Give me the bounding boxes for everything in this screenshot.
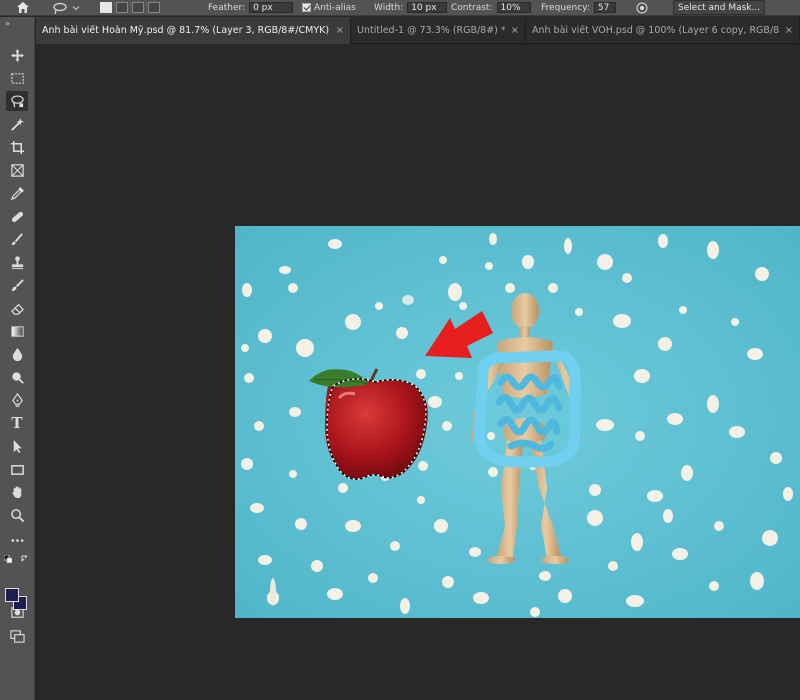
swap-colors-icon[interactable] xyxy=(21,555,29,563)
magic-wand-icon xyxy=(10,117,24,131)
chevron-down-icon xyxy=(72,5,80,10)
droplet-icon xyxy=(12,347,22,361)
new-selection-button[interactable] xyxy=(100,2,112,13)
select-and-mask-button[interactable]: Select and Mask... xyxy=(673,0,765,15)
move-tool[interactable] xyxy=(6,45,28,65)
crop-tool[interactable] xyxy=(6,137,28,157)
blur-tool[interactable] xyxy=(6,344,28,364)
pen-pressure-button[interactable] xyxy=(633,0,651,15)
frequency-input[interactable]: 57 xyxy=(593,2,616,13)
home-button[interactable] xyxy=(13,0,33,15)
more-dots-icon xyxy=(11,538,23,542)
subtract-from-selection-button[interactable] xyxy=(132,2,144,13)
tab-title: Untitled-1 @ 73.3% (RGB/8#) * xyxy=(357,25,505,36)
canvas-artwork xyxy=(235,226,800,618)
path-selection-tool[interactable] xyxy=(6,436,28,456)
arrow-cursor-icon xyxy=(13,439,22,453)
brush-tool[interactable] xyxy=(6,229,28,249)
hand-tool[interactable] xyxy=(6,482,28,502)
brush-icon xyxy=(11,232,23,245)
magic-wand-tool[interactable] xyxy=(6,114,28,134)
rectangle-tool[interactable] xyxy=(6,459,28,479)
tools-panel: » T xyxy=(0,17,35,700)
width-control: Width: 10 px xyxy=(374,0,448,15)
antialias-checkbox[interactable] xyxy=(302,3,311,12)
add-to-selection-button[interactable] xyxy=(116,2,128,13)
options-bar: Feather: 0 px Anti-alias Width: 10 px Co… xyxy=(0,0,800,16)
gradient-tool[interactable] xyxy=(6,321,28,341)
tool-preset-picker[interactable] xyxy=(52,0,84,15)
crop-icon xyxy=(10,140,24,154)
magnetic-lasso-icon xyxy=(53,2,67,14)
pen-tool[interactable] xyxy=(6,390,28,410)
healing-brush-tool[interactable] xyxy=(6,206,28,226)
bandage-icon xyxy=(11,211,23,222)
intersect-selection-button[interactable] xyxy=(148,2,160,13)
pen-pressure-icon xyxy=(636,2,648,13)
dodge-tool[interactable] xyxy=(6,367,28,387)
tab-title: Ảnh bài viết Hoàn Mỹ.psd @ 81.7% (Layer … xyxy=(42,25,330,36)
document-tabs: Ảnh bài viết Hoàn Mỹ.psd @ 81.7% (Layer … xyxy=(36,17,800,44)
type-tool[interactable]: T xyxy=(6,413,28,433)
contrast-label: Contrast: xyxy=(451,2,493,13)
pen-icon xyxy=(11,392,23,407)
tab-untitled-1[interactable]: Untitled-1 @ 73.3% (RGB/8#) * × xyxy=(351,17,526,44)
magnetic-lasso-tool[interactable] xyxy=(6,91,28,111)
close-icon[interactable]: × xyxy=(336,25,344,36)
document-canvas[interactable] xyxy=(235,226,800,618)
tab-voh[interactable]: Ảnh bài viết VOH.psd @ 100% (Layer 6 cop… xyxy=(526,17,800,44)
clone-stamp-tool[interactable] xyxy=(6,252,28,272)
width-label: Width: xyxy=(374,2,404,13)
eraser-icon xyxy=(10,303,24,315)
screen-mode-icon xyxy=(9,629,25,643)
eyedropper-tool[interactable] xyxy=(6,183,28,203)
collapse-panel-icon[interactable]: » xyxy=(5,19,10,28)
close-icon[interactable]: × xyxy=(511,25,519,36)
close-icon[interactable]: × xyxy=(785,25,793,36)
width-input[interactable]: 10 px xyxy=(407,2,448,13)
frame-icon xyxy=(10,163,24,177)
zoom-tool[interactable] xyxy=(6,505,28,525)
screen-mode-button[interactable] xyxy=(6,626,28,646)
magnetic-lasso-icon xyxy=(10,94,24,107)
eraser-tool[interactable] xyxy=(6,298,28,318)
tab-title: Ảnh bài viết VOH.psd @ 100% (Layer 6 cop… xyxy=(532,25,779,36)
foreground-color-swatch[interactable] xyxy=(5,588,19,602)
history-brush-tool[interactable] xyxy=(6,275,28,295)
marquee-icon xyxy=(10,72,24,84)
marquee-tool[interactable] xyxy=(6,68,28,88)
home-icon xyxy=(17,2,29,13)
contrast-input[interactable]: 10% xyxy=(496,2,531,13)
dodge-icon xyxy=(11,371,24,384)
feather-control: Feather: 0 px xyxy=(208,0,294,15)
photoshop-window: Feather: 0 px Anti-alias Width: 10 px Co… xyxy=(0,0,800,700)
frequency-label: Frequency: xyxy=(541,2,590,13)
contrast-control: Contrast: 10% xyxy=(451,0,531,15)
frequency-control: Frequency: 57 xyxy=(541,0,616,15)
stamp-icon xyxy=(11,255,23,269)
feather-label: Feather: xyxy=(208,2,246,13)
eyedropper-icon xyxy=(10,186,24,200)
gradient-icon xyxy=(10,325,24,337)
hand-icon xyxy=(11,485,21,498)
rectangle-icon xyxy=(10,464,24,475)
magnifier-icon xyxy=(10,508,24,522)
frame-tool[interactable] xyxy=(6,160,28,180)
history-brush-icon xyxy=(11,278,24,291)
move-icon xyxy=(10,48,24,62)
feather-input[interactable]: 0 px xyxy=(249,2,294,13)
tab-hoan-my[interactable]: Ảnh bài viết Hoàn Mỹ.psd @ 81.7% (Layer … xyxy=(36,17,351,44)
default-colors-icon[interactable] xyxy=(4,555,12,563)
antialias-control[interactable]: Anti-alias xyxy=(302,0,356,15)
edit-toolbar-button[interactable] xyxy=(6,530,28,550)
selection-mode-group xyxy=(100,0,160,15)
antialias-label: Anti-alias xyxy=(314,2,356,13)
